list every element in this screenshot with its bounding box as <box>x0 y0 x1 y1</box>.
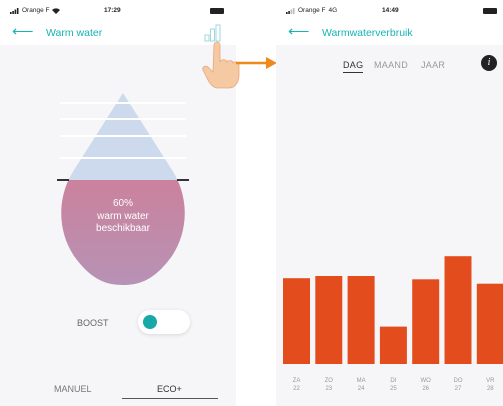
x-tick-day: DI <box>390 378 397 384</box>
warm-water-screen: Orange F 17:29 ⟵ Warm water 60% warm wat… <box>0 0 236 406</box>
x-tick-date: 28 <box>486 386 494 392</box>
x-tick-day: MA <box>356 378 366 384</box>
mode-tab-eco[interactable]: ECO+ <box>157 384 182 394</box>
chart-bar-di[interactable] <box>379 326 407 364</box>
tank-label-line2: beschikbaar <box>96 223 150 234</box>
x-tick-label: MA 24 <box>349 377 373 393</box>
x-tick-label: ZA 22 <box>285 377 309 393</box>
chart-bar-ma[interactable] <box>347 276 375 364</box>
x-tick-label: WO 26 <box>414 377 438 393</box>
toggle-knob <box>143 315 157 329</box>
usage-bar-chart <box>283 256 503 364</box>
x-tick-day: ZA <box>292 378 301 384</box>
arrow-right-icon <box>236 57 277 69</box>
x-tick-date: 25 <box>390 386 397 392</box>
x-tick-label: VR 28 <box>478 377 502 393</box>
chart-bar-wo[interactable] <box>412 279 440 364</box>
mode-tab-manuel[interactable]: MANUEL <box>54 384 92 394</box>
chart-bar-vr[interactable] <box>476 283 503 364</box>
tank-label-line1: warm water <box>97 210 149 222</box>
water-usage-screen: Orange F 4G 14:49 ⟵ Warmwaterverbruik DA… <box>276 0 503 406</box>
chart-bar-za[interactable] <box>283 278 310 364</box>
x-tick-date: 22 <box>293 386 300 392</box>
x-tick-day: ZO <box>324 378 333 384</box>
x-tick-date: 24 <box>357 386 365 392</box>
boost-label: BOOST <box>77 318 109 328</box>
x-tick-day: DO <box>453 378 463 384</box>
x-tick-label: DO 27 <box>446 377 470 393</box>
x-tick-day: VR <box>486 378 495 384</box>
tank-percent: 60% <box>112 198 133 209</box>
tank-level-text: 60% warm water beschikbaar <box>67 198 179 236</box>
chart-bar-zo[interactable] <box>315 276 343 364</box>
x-tick-label: ZO 23 <box>317 377 341 393</box>
chart-bar-do[interactable] <box>444 256 472 364</box>
boost-toggle[interactable] <box>138 310 190 334</box>
x-tick-date: 26 <box>422 386 430 392</box>
x-tick-date: 23 <box>325 386 333 392</box>
active-tab-indicator <box>122 398 218 399</box>
x-tick-day: WO <box>420 378 431 384</box>
x-tick-label: DI 25 <box>381 377 405 393</box>
x-tick-date: 27 <box>454 386 462 392</box>
